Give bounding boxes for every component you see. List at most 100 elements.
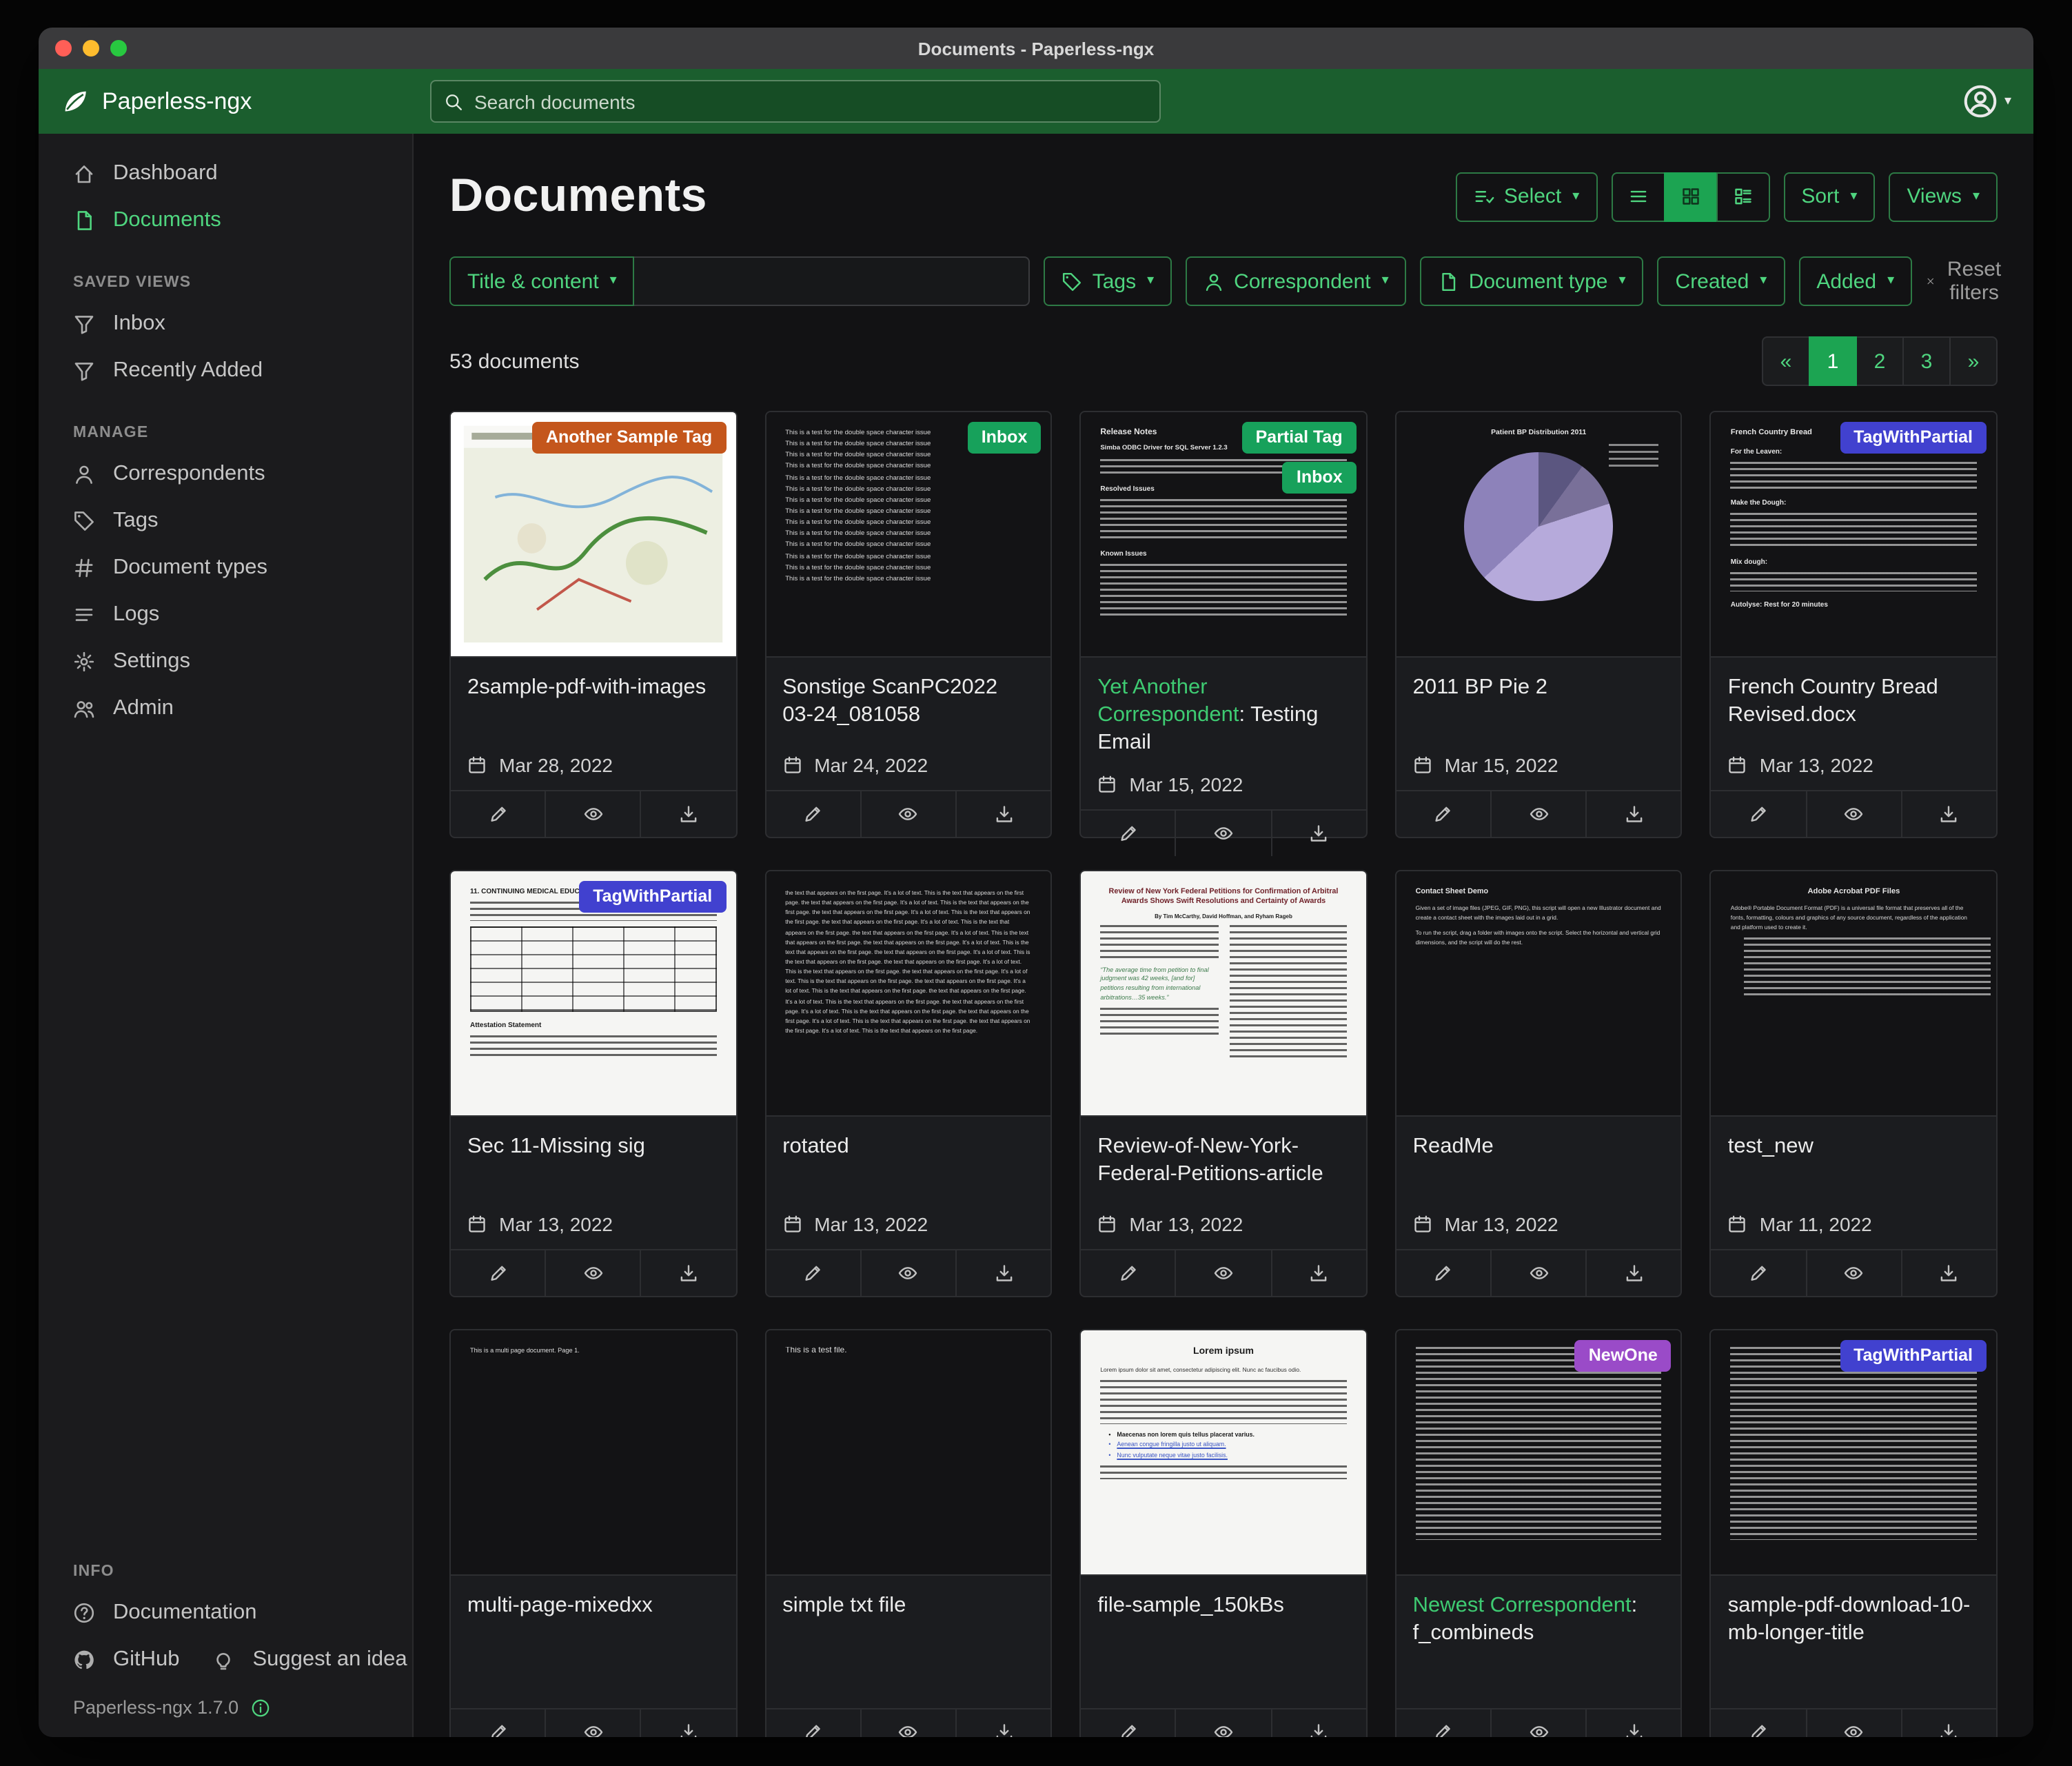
- document-title[interactable]: French Country Bread Revised.docx: [1712, 658, 1996, 735]
- document-card[interactable]: Contact Sheet DemoGiven a set of image f…: [1395, 870, 1683, 1297]
- document-correspondent[interactable]: Newest Correspondent: [1413, 1594, 1632, 1617]
- document-type-filter-button[interactable]: Document type ▾: [1421, 256, 1644, 306]
- download-document-button[interactable]: [1901, 791, 1996, 837]
- pagination-next-button[interactable]: »: [1949, 336, 1998, 386]
- view-document-button[interactable]: [545, 1709, 640, 1737]
- sidebar-item-correspondents[interactable]: Correspondents: [39, 451, 412, 498]
- document-title[interactable]: rotated: [766, 1117, 1050, 1166]
- sidebar-item-dashboard[interactable]: Dashboard: [39, 150, 412, 197]
- document-card[interactable]: TagWithPartial11. CONTINUING MEDICAL EDU…: [449, 870, 737, 1297]
- tag-badge[interactable]: TagWithPartial: [1840, 422, 1987, 454]
- tag-badge[interactable]: TagWithPartial: [579, 881, 726, 913]
- view-document-button[interactable]: [1805, 791, 1900, 837]
- edit-document-button[interactable]: [451, 1709, 545, 1737]
- download-document-button[interactable]: [1585, 1709, 1680, 1737]
- view-document-button[interactable]: [1175, 1250, 1270, 1296]
- document-thumbnail[interactable]: Lorem ipsumLorem ipsum dolor sit amet, c…: [1081, 1330, 1365, 1576]
- view-document-button[interactable]: [860, 1250, 955, 1296]
- document-card[interactable]: the text that appears on the first page.…: [764, 870, 1052, 1297]
- tag-badge[interactable]: Inbox: [968, 422, 1042, 454]
- download-document-button[interactable]: [955, 791, 1050, 837]
- edit-document-button[interactable]: [1712, 1709, 1805, 1737]
- document-title[interactable]: test_new: [1712, 1117, 1996, 1166]
- tag-badge[interactable]: Partial Tag: [1242, 422, 1357, 454]
- detail-view-button[interactable]: [1716, 172, 1769, 221]
- edit-document-button[interactable]: [1396, 1709, 1490, 1737]
- document-card[interactable]: TagWithPartial sample-pdf-download-10-mb-…: [1710, 1329, 1998, 1737]
- download-document-button[interactable]: [1270, 1709, 1365, 1737]
- correspondent-filter-button[interactable]: Correspondent ▾: [1186, 256, 1407, 306]
- sidebar-item-recently-added[interactable]: Recently Added: [39, 347, 412, 394]
- app-brand[interactable]: Paperless-ngx: [61, 87, 430, 116]
- download-document-button[interactable]: [640, 1250, 735, 1296]
- edit-document-button[interactable]: [766, 1250, 860, 1296]
- document-title[interactable]: 2011 BP Pie 2: [1396, 658, 1681, 707]
- edit-document-button[interactable]: [1396, 1250, 1490, 1296]
- document-title[interactable]: simple txt file: [766, 1576, 1050, 1625]
- tag-badge[interactable]: NewOne: [1575, 1340, 1672, 1372]
- view-document-button[interactable]: [1175, 1709, 1270, 1737]
- view-document-button[interactable]: [860, 791, 955, 837]
- sidebar-item-suggest-an-idea[interactable]: Suggest an idea: [196, 1636, 414, 1683]
- document-title[interactable]: Sec 11-Missing sig: [451, 1117, 735, 1166]
- sort-button[interactable]: Sort ▾: [1783, 172, 1875, 221]
- edit-document-button[interactable]: [1081, 1709, 1175, 1737]
- views-button[interactable]: Views ▾: [1889, 172, 1998, 221]
- sidebar-item-documentation[interactable]: Documentation: [39, 1590, 412, 1636]
- document-title[interactable]: file-sample_150kBs: [1081, 1576, 1365, 1625]
- tags-filter-button[interactable]: Tags ▾: [1044, 256, 1172, 306]
- created-filter-button[interactable]: Created ▾: [1658, 256, 1785, 306]
- download-document-button[interactable]: [1901, 1709, 1996, 1737]
- close-window-button[interactable]: [55, 40, 72, 57]
- sidebar-item-document-types[interactable]: Document types: [39, 545, 412, 591]
- download-document-button[interactable]: [1585, 791, 1680, 837]
- edit-document-button[interactable]: [766, 791, 860, 837]
- edit-document-button[interactable]: [1712, 791, 1805, 837]
- tag-badge[interactable]: TagWithPartial: [1840, 1340, 1987, 1372]
- download-document-button[interactable]: [1270, 811, 1365, 857]
- sidebar-item-github[interactable]: GitHub: [39, 1636, 196, 1683]
- reset-filters-button[interactable]: Reset filters: [1926, 258, 2004, 305]
- download-document-button[interactable]: [1270, 1250, 1365, 1296]
- select-button[interactable]: Select ▾: [1456, 172, 1597, 221]
- document-thumbnail[interactable]: Adobe Acrobat PDF FilesAdobe® Portable D…: [1712, 871, 1996, 1117]
- download-document-button[interactable]: [955, 1709, 1050, 1737]
- document-title[interactable]: multi-page-mixedxx: [451, 1576, 735, 1625]
- user-menu-button[interactable]: ▾: [1963, 84, 2011, 119]
- document-title[interactable]: 2sample-pdf-with-images: [451, 658, 735, 707]
- view-document-button[interactable]: [1805, 1250, 1900, 1296]
- view-document-button[interactable]: [1490, 791, 1585, 837]
- download-document-button[interactable]: [1901, 1250, 1996, 1296]
- document-card[interactable]: Patient BP Distribution 20112011 BP Pie …: [1395, 411, 1683, 838]
- sidebar-item-tags[interactable]: Tags: [39, 498, 412, 545]
- edit-document-button[interactable]: [451, 1250, 545, 1296]
- list-view-button[interactable]: [1611, 172, 1665, 221]
- document-card[interactable]: Adobe Acrobat PDF FilesAdobe® Portable D…: [1710, 870, 1998, 1297]
- document-title[interactable]: Sonstige ScanPC2022 03-24_081058: [766, 658, 1050, 735]
- document-thumbnail[interactable]: This is a test file.: [766, 1330, 1050, 1576]
- view-document-button[interactable]: [1175, 811, 1270, 857]
- document-title[interactable]: ReadMe: [1396, 1117, 1681, 1166]
- document-title[interactable]: sample-pdf-download-10-mb-longer-title: [1712, 1576, 1996, 1654]
- document-card[interactable]: Lorem ipsumLorem ipsum dolor sit amet, c…: [1079, 1329, 1367, 1737]
- document-card[interactable]: TagWithPartialFrench Country BreadFor th…: [1710, 411, 1998, 838]
- document-card[interactable]: Another Sample Tag 2sample-pdf-with-imag…: [449, 411, 737, 838]
- pagination-prev-button[interactable]: «: [1762, 336, 1810, 386]
- document-card[interactable]: This is a test file.simple txt file: [764, 1329, 1052, 1737]
- added-filter-button[interactable]: Added ▾: [1798, 256, 1912, 306]
- download-document-button[interactable]: [640, 791, 735, 837]
- edit-document-button[interactable]: [1712, 1250, 1805, 1296]
- edit-document-button[interactable]: [1081, 1250, 1175, 1296]
- minimize-window-button[interactable]: [83, 40, 99, 57]
- edit-document-button[interactable]: [766, 1709, 860, 1737]
- search-input[interactable]: [474, 90, 1147, 112]
- tag-badge[interactable]: Inbox: [1283, 462, 1357, 494]
- view-document-button[interactable]: [1805, 1709, 1900, 1737]
- filter-text-input[interactable]: [635, 256, 1030, 306]
- document-title[interactable]: Review-of-New-York-Federal-Petitions-art…: [1081, 1117, 1365, 1195]
- grid-view-button[interactable]: [1663, 172, 1717, 221]
- document-thumbnail[interactable]: Review of New York Federal Petitions for…: [1081, 871, 1365, 1117]
- view-document-button[interactable]: [1490, 1709, 1585, 1737]
- view-document-button[interactable]: [545, 791, 640, 837]
- pagination-page-2[interactable]: 2: [1856, 336, 1904, 386]
